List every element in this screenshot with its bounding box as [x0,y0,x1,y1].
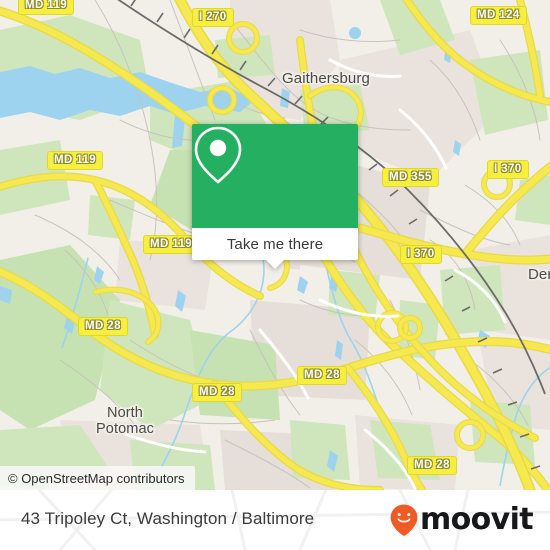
highway-shield-i370-mid[interactable]: I 370 [400,245,442,264]
location-popup-card[interactable]: Take me there [192,124,358,269]
highway-shield-md119-west[interactable]: MD 119 [47,151,104,170]
highway-shield-md124[interactable]: MD 124 [470,6,527,25]
highway-shield-md119-top[interactable]: MD 119 [18,0,75,15]
map-canvas[interactable]: .park{fill:#cfe6bd;} .parkd{fill:#c6e2b2… [0,0,550,490]
popup-pointer-tail [266,260,284,269]
highway-shield-md355[interactable]: MD 355 [382,168,439,187]
attribution-bar: © OpenStreetMap contributors [0,466,195,490]
highway-shield-md119-mid[interactable]: MD 119 [143,235,200,254]
highway-shield-md28-southwest[interactable]: MD 28 [192,383,242,402]
highway-shield-i270[interactable]: I 270 [192,8,234,27]
highway-shield-md28-south[interactable]: MD 28 [407,456,457,475]
highway-shield-i370-east[interactable]: I 370 [487,160,529,179]
map-screenshot: .park{fill:#cfe6bd;} .parkd{fill:#c6e2b2… [0,0,550,550]
highway-shield-md28-center[interactable]: MD 28 [297,366,347,385]
highway-shield-md28-west[interactable]: MD 28 [78,317,128,336]
popup-action[interactable]: Take me there [192,228,358,260]
footer-bar: 43 Tripoley Ct, Washington / Baltimore m… [0,490,550,550]
attribution-text[interactable]: © OpenStreetMap contributors [8,471,185,486]
location-address: 43 Tripoley Ct, Washington / Baltimore [21,509,315,528]
moovit-logo[interactable]: moovit [389,502,534,537]
moovit-wordmark: moovit [419,502,534,537]
take-me-there-label: Take me there [226,235,324,253]
map-pin-icon [194,126,242,184]
moovit-pin-icon [390,504,418,536]
popup-header [192,124,358,228]
